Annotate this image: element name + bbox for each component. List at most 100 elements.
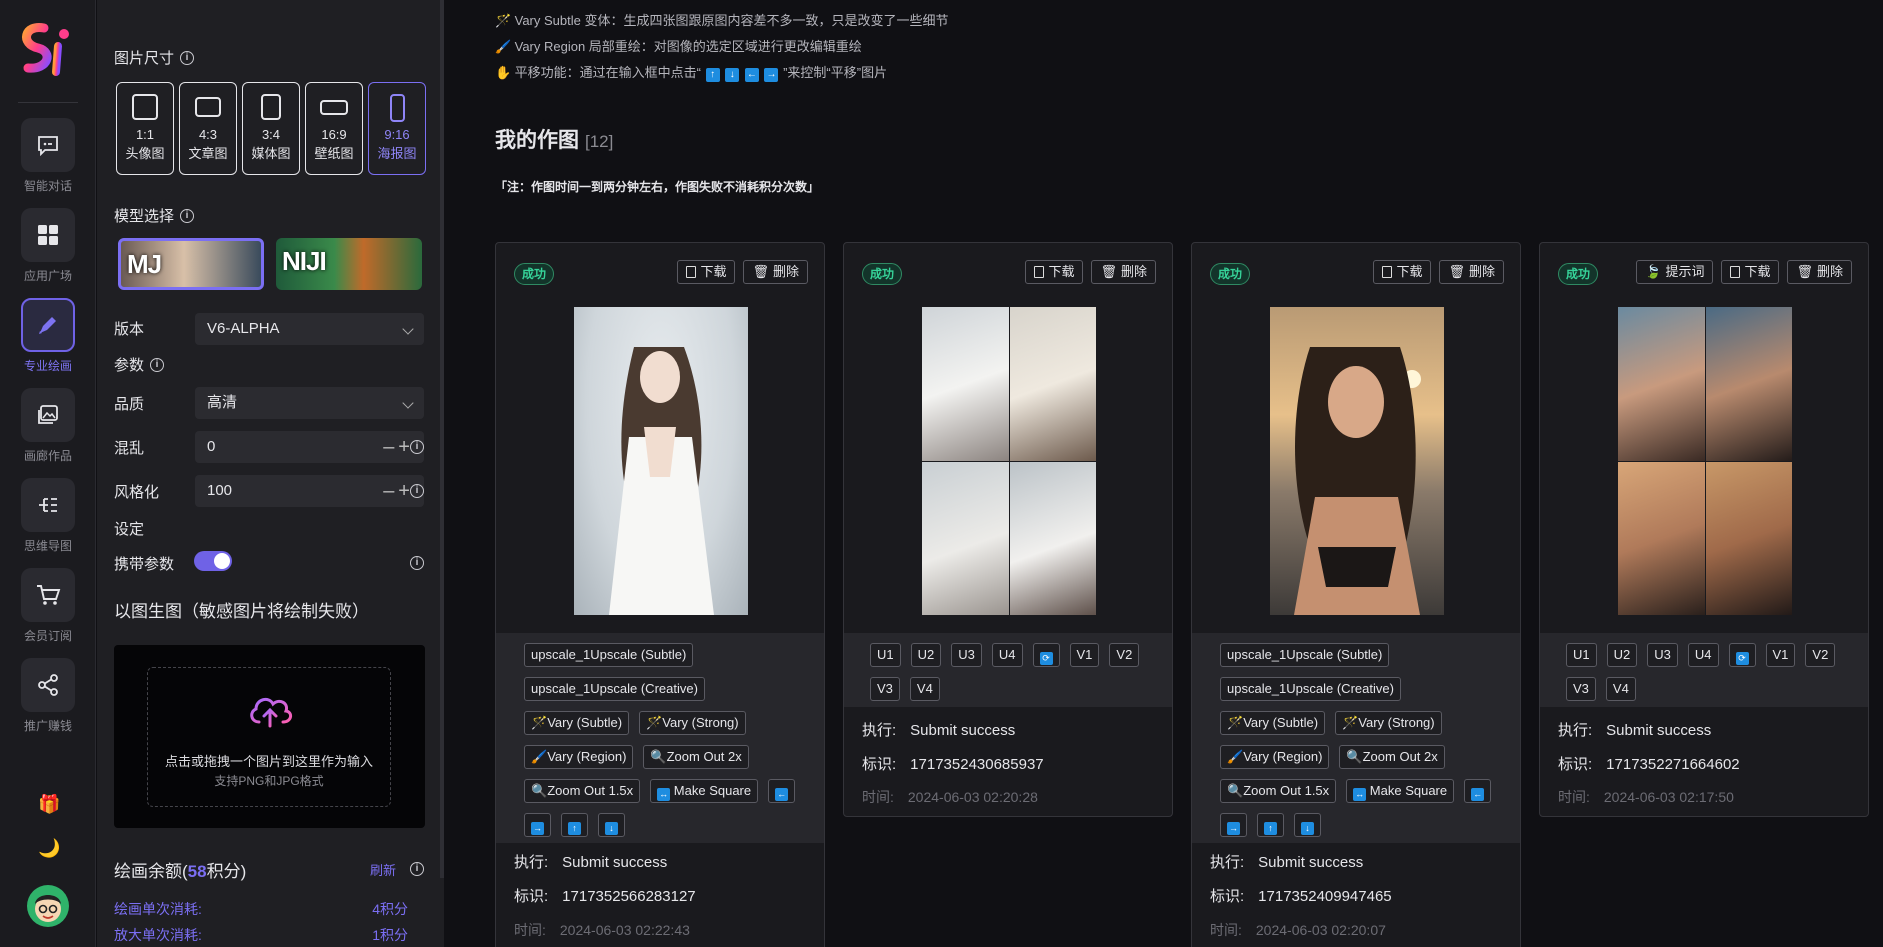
vary-strong-button[interactable]: 🪄Vary (Strong): [1335, 711, 1442, 735]
u2-button[interactable]: U2: [1606, 643, 1638, 667]
grid-cell[interactable]: [1705, 307, 1792, 461]
gift-icon[interactable]: 🎁: [38, 794, 60, 815]
grid-cell[interactable]: [1705, 461, 1792, 615]
vary-subtle-button[interactable]: 🪄Vary (Subtle): [1220, 711, 1326, 735]
grid-cell[interactable]: [1009, 307, 1096, 461]
moon-icon[interactable]: 🌙: [38, 838, 60, 859]
zoom-out-2x-button[interactable]: 🔍Zoom Out 2x: [643, 745, 749, 769]
chaos-stepper[interactable]: 0 –+: [195, 431, 424, 463]
rail-item-membership[interactable]: 会员订阅: [0, 568, 96, 650]
pan-right-button[interactable]: →: [524, 813, 551, 837]
rail-divider: [18, 102, 78, 103]
rail-item-mindmap[interactable]: 思维导图: [0, 478, 96, 560]
grid-cell[interactable]: [1009, 461, 1096, 615]
ratio-option-9-16[interactable]: 9:16 海报图: [368, 82, 426, 175]
result-image[interactable]: [574, 307, 748, 615]
v2-button[interactable]: V2: [1109, 643, 1140, 667]
u3-button[interactable]: U3: [1647, 643, 1678, 667]
pan-left-button[interactable]: ←: [768, 779, 796, 803]
refresh-link[interactable]: 刷新: [370, 860, 396, 879]
v3-button[interactable]: V3: [870, 677, 900, 701]
upscale-subtle-button[interactable]: upscale_1Upscale (Subtle): [1220, 643, 1390, 667]
u2-button[interactable]: U2: [910, 643, 942, 667]
upload-dropzone[interactable]: 点击或拖拽一个图片到这里作为输入 支持PNG和JPG格式: [147, 667, 391, 807]
result-image[interactable]: [1270, 307, 1444, 615]
grid-cell[interactable]: [922, 307, 1009, 461]
delete-button[interactable]: 🗑 删除: [743, 260, 808, 284]
info-icon[interactable]: i: [180, 208, 195, 223]
pan-up-button[interactable]: ↑: [561, 813, 588, 837]
rail-item-chat[interactable]: 智能对话: [0, 118, 96, 200]
u4-button[interactable]: U4: [991, 643, 1023, 667]
u1-button[interactable]: U1: [870, 643, 901, 667]
pan-right-button[interactable]: →: [1220, 813, 1247, 837]
upscale-creative-button[interactable]: upscale_1Upscale (Creative): [1220, 677, 1401, 701]
model-option-mj[interactable]: MJ: [118, 238, 264, 290]
grid-cell[interactable]: [1618, 461, 1705, 615]
model-option-niji[interactable]: NIJI: [276, 238, 422, 290]
quality-select[interactable]: 高清: [195, 387, 424, 419]
info-icon[interactable]: i: [150, 357, 165, 372]
pan-down-button[interactable]: ↓: [1294, 813, 1321, 837]
v1-button[interactable]: V1: [1069, 643, 1100, 667]
rail-item-gallery[interactable]: 画廊作品: [0, 388, 96, 470]
info-icon[interactable]: i: [180, 50, 195, 65]
zoom-out-1-5x-button[interactable]: 🔍Zoom Out 1.5x: [524, 779, 641, 803]
zoom-out-2x-button[interactable]: 🔍Zoom Out 2x: [1339, 745, 1445, 769]
result-image-grid[interactable]: [1618, 307, 1792, 615]
avatar[interactable]: [26, 884, 70, 928]
delete-button[interactable]: 🗑 删除: [1787, 260, 1852, 284]
chevron-down-icon: [402, 397, 414, 409]
v2-button[interactable]: V2: [1805, 643, 1836, 667]
u1-button[interactable]: U1: [1566, 643, 1597, 667]
rail-item-apps[interactable]: 应用广场: [0, 208, 96, 290]
info-icon[interactable]: i: [410, 556, 424, 570]
pan-down-button[interactable]: ↓: [598, 813, 625, 837]
vary-strong-button[interactable]: 🪄Vary (Strong): [639, 711, 746, 735]
download-button[interactable]: 下载: [1721, 260, 1780, 284]
stylize-stepper[interactable]: 100 –+: [195, 475, 424, 507]
panel-scrollbar[interactable]: [440, 0, 444, 878]
vary-region-button[interactable]: 🖌️Vary (Region): [1220, 745, 1330, 769]
u3-button[interactable]: U3: [951, 643, 982, 667]
image-upload-area[interactable]: 点击或拖拽一个图片到这里作为输入 支持PNG和JPG格式: [114, 645, 425, 828]
v1-button[interactable]: V1: [1765, 643, 1796, 667]
app-logo[interactable]: [14, 18, 82, 82]
pan-up-button[interactable]: ↑: [1257, 813, 1284, 837]
pan-left-button[interactable]: ←: [1464, 779, 1492, 803]
reroll-button[interactable]: ⟳: [1728, 643, 1756, 667]
rail-item-promote[interactable]: 推广赚钱: [0, 658, 96, 740]
ratio-option-1-1[interactable]: 1:1 头像图: [116, 82, 174, 175]
download-button[interactable]: 下载: [1373, 260, 1432, 284]
info-icon[interactable]: i: [410, 440, 424, 454]
upscale-subtle-button[interactable]: upscale_1Upscale (Subtle): [524, 643, 694, 667]
grid-cell[interactable]: [922, 461, 1009, 615]
prompt-button[interactable]: 🍃 提示词: [1636, 260, 1714, 284]
ratio-option-16-9[interactable]: 16:9 壁纸图: [305, 82, 363, 175]
info-icon[interactable]: i: [410, 484, 424, 498]
v3-button[interactable]: V3: [1566, 677, 1596, 701]
delete-button[interactable]: 🗑 删除: [1439, 260, 1504, 284]
download-button[interactable]: 下载: [1025, 260, 1084, 284]
grid-cell[interactable]: [1618, 307, 1705, 461]
info-icon[interactable]: i: [410, 862, 424, 876]
vary-region-button[interactable]: 🖌️Vary (Region): [524, 745, 634, 769]
download-button[interactable]: 下载: [677, 260, 736, 284]
delete-button[interactable]: 🗑 删除: [1091, 260, 1156, 284]
reroll-button[interactable]: ⟳: [1032, 643, 1060, 667]
magic-wand-icon: 🪄: [531, 715, 548, 730]
ratio-option-4-3[interactable]: 4:3 文章图: [179, 82, 237, 175]
result-image-grid[interactable]: [922, 307, 1096, 615]
u4-button[interactable]: U4: [1687, 643, 1719, 667]
rail-item-paint[interactable]: 专业绘画: [0, 298, 96, 380]
upscale-creative-button[interactable]: upscale_1Upscale (Creative): [524, 677, 705, 701]
zoom-out-1-5x-button[interactable]: 🔍Zoom Out 1.5x: [1220, 779, 1337, 803]
ratio-option-3-4[interactable]: 3:4 媒体图: [242, 82, 300, 175]
carry-params-toggle[interactable]: [194, 551, 232, 571]
v4-button[interactable]: V4: [1605, 677, 1636, 701]
make-square-button[interactable]: ↔ Make Square: [1346, 779, 1455, 803]
make-square-button[interactable]: ↔ Make Square: [650, 779, 759, 803]
version-select[interactable]: V6-ALPHA: [195, 313, 424, 345]
v4-button[interactable]: V4: [909, 677, 940, 701]
vary-subtle-button[interactable]: 🪄Vary (Subtle): [524, 711, 630, 735]
